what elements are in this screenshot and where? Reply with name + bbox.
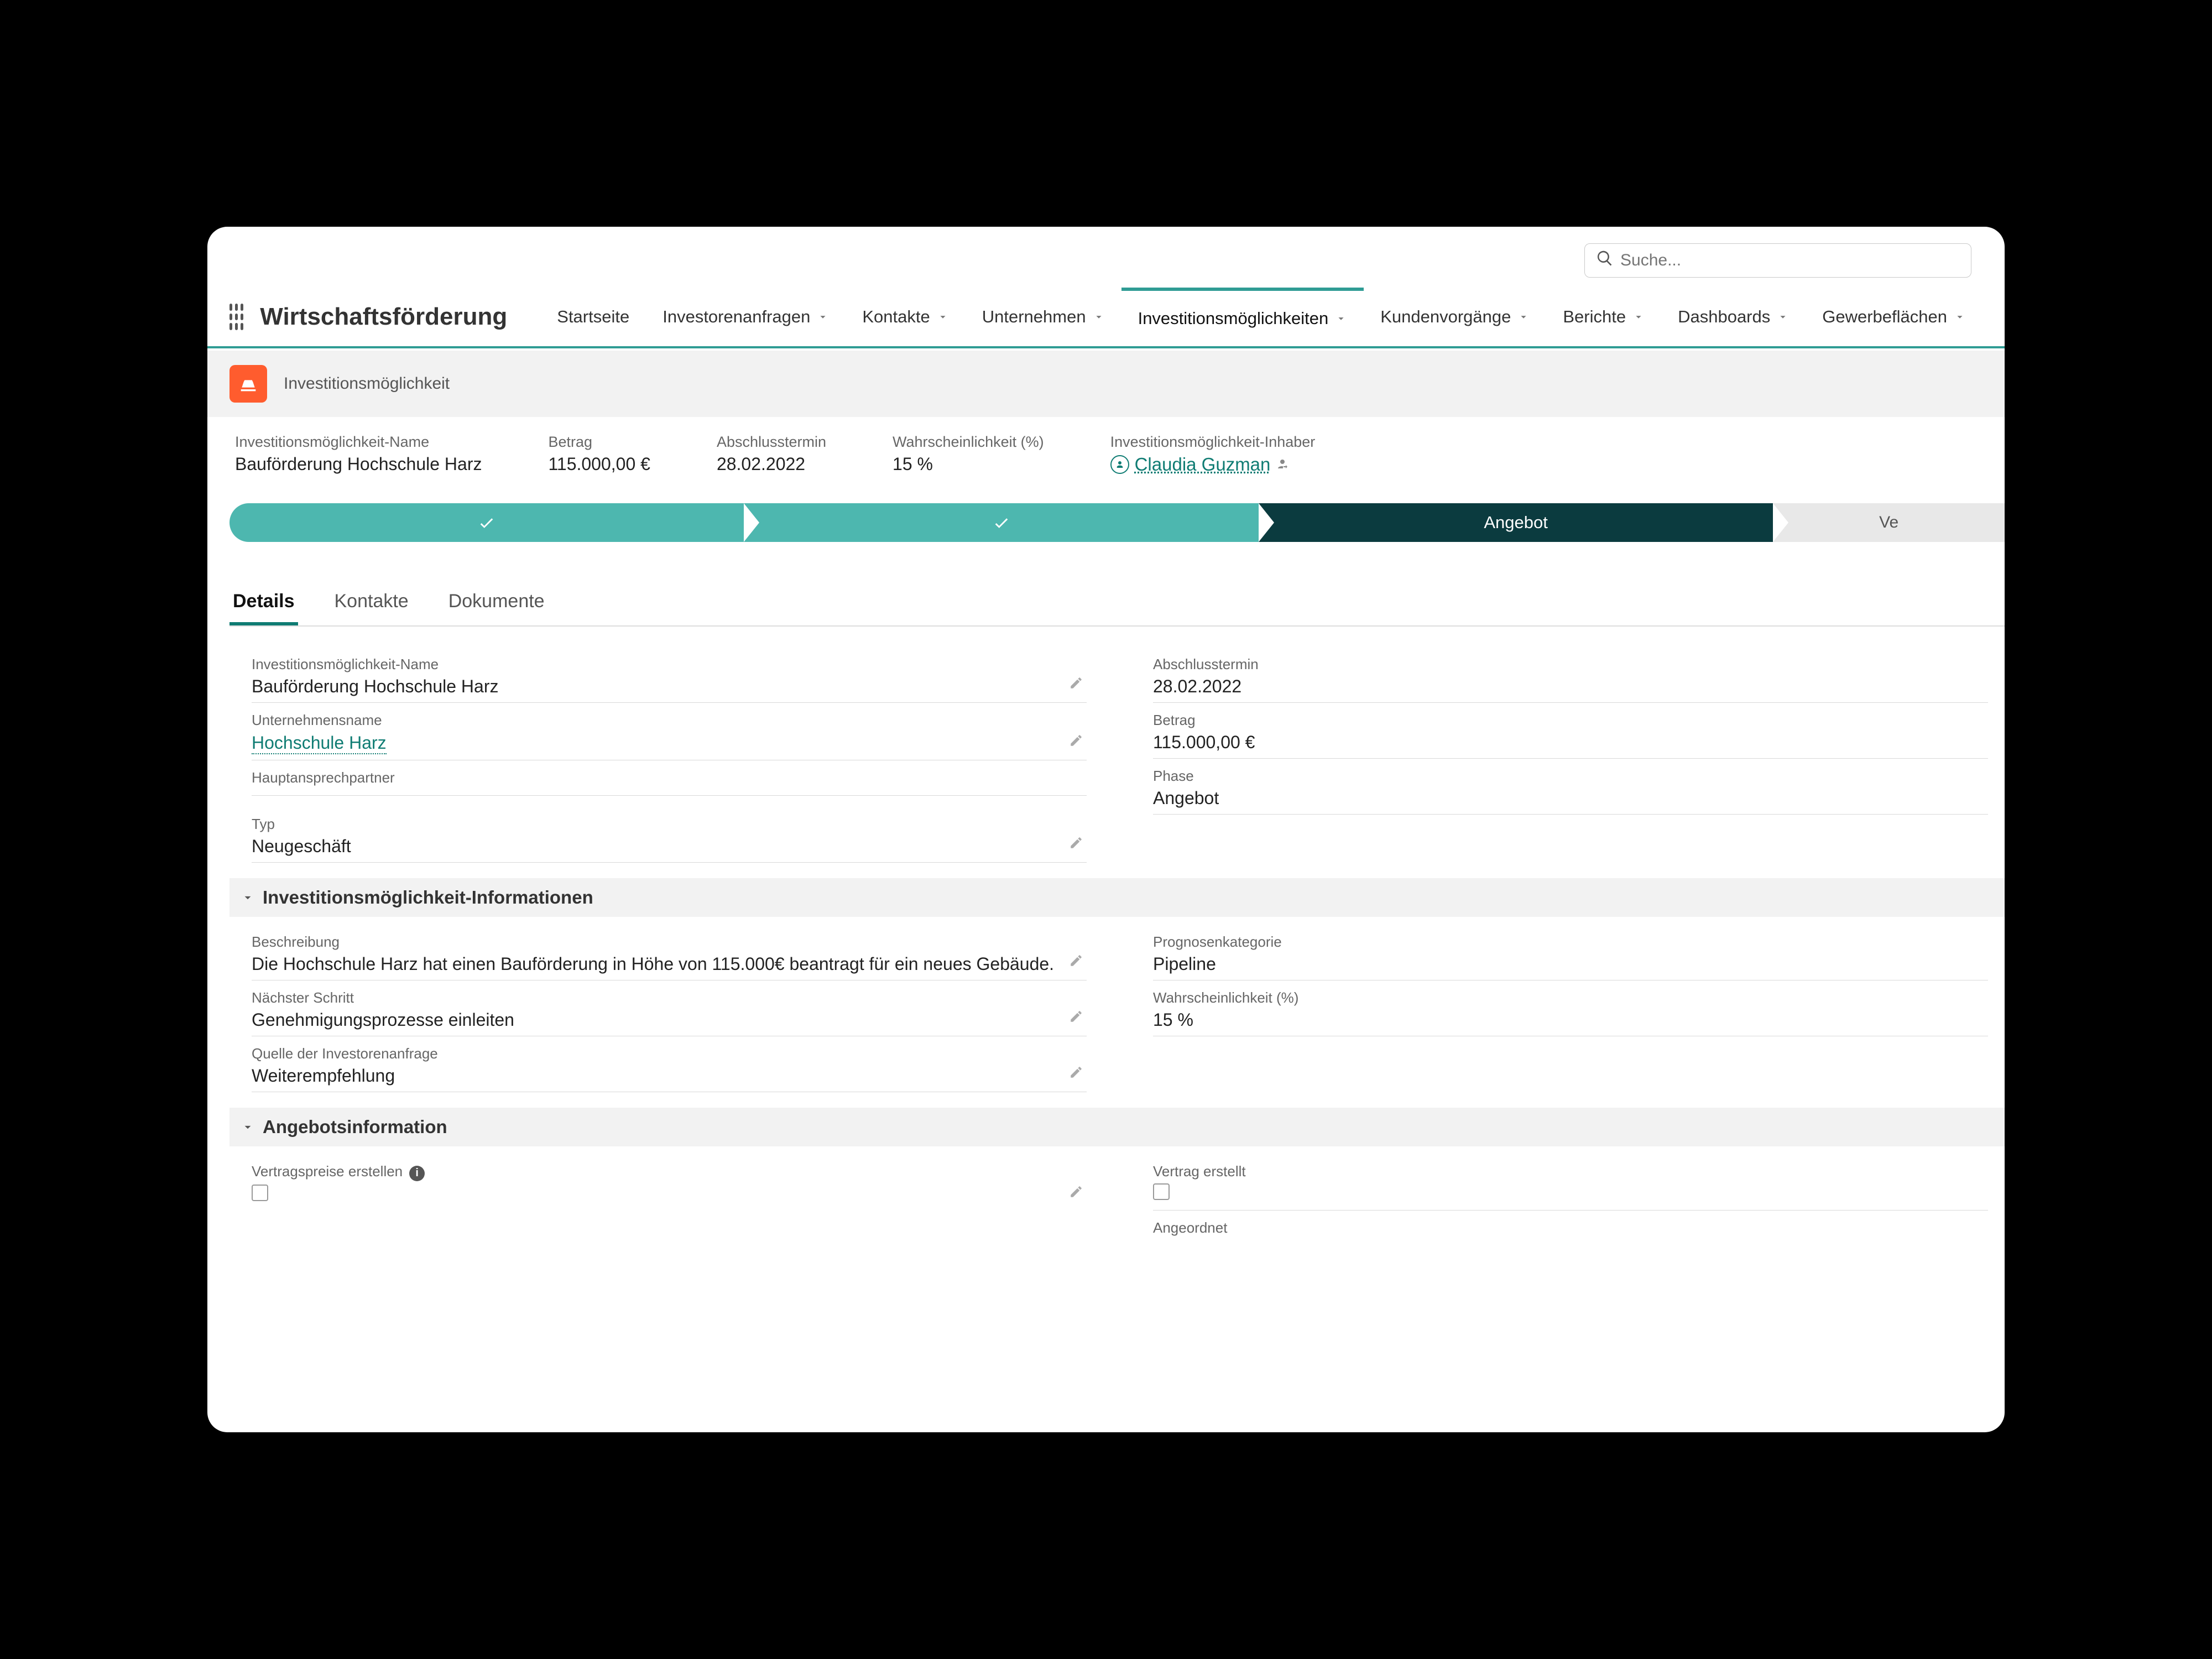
field-company: Unternehmensname Hochschule Harz [252,703,1087,760]
summary-close-date: Abschlusstermin 28.02.2022 [717,434,826,475]
field-contract-created: Vertrag erstellt [1153,1154,1988,1211]
field-phase: Phase Angebot [1153,759,1988,815]
field-ordered: Angeordnet [1153,1211,1988,1245]
app-name: Wirtschaftsförderung [260,303,507,331]
summary-probability: Wahrscheinlichkeit (%) 15 % [893,434,1044,475]
nav-startseite[interactable]: Startseite [540,288,646,346]
stage-current[interactable]: Angebot [1259,503,1773,542]
nav-berichte[interactable]: Berichte [1546,288,1661,346]
nav-dashboards[interactable]: Dashboards [1661,288,1806,346]
global-search[interactable] [1584,243,1971,278]
nav-kundenvorgaenge[interactable]: Kundenvorgänge [1364,288,1546,346]
edit-icon[interactable] [1069,731,1083,752]
field-create-contract-prices: Vertragspreise erstelleni [252,1154,1087,1211]
summary-amount: Betrag 115.000,00 € [548,434,650,475]
tab-kontakte[interactable]: Kontakte [331,581,412,625]
field-lead-source: Quelle der Investorenanfrage Weiterempfe… [252,1036,1087,1092]
summary-row: Investitionsmöglichkeit-Name Bauförderun… [207,417,2005,496]
chevron-down-icon [937,311,949,323]
stage-done-1[interactable] [229,503,744,542]
chevron-down-icon [1517,311,1530,323]
owner-link[interactable]: Claudia Guzman [1135,454,1271,475]
field-amount: Betrag 115.000,00 € [1153,703,1988,759]
summary-name: Investitionsmöglichkeit-Name Bauförderun… [235,434,482,475]
field-forecast-category: Prognosenkategorie Pipeline [1153,925,1988,980]
chevron-down-icon [1632,311,1645,323]
main-nav: Wirtschaftsförderung Startseite Investor… [207,288,2005,348]
chevron-down-icon [817,311,829,323]
info-icon[interactable]: i [409,1166,425,1181]
stage-future-partial[interactable]: Ve [1773,503,2005,542]
tab-details[interactable]: Details [229,581,298,625]
search-icon [1596,249,1620,272]
chevron-down-icon [241,890,255,905]
summary-owner: Investitionsmöglichkeit-Inhaber Claudia … [1110,434,1316,475]
edit-icon[interactable] [1069,951,1083,972]
detail-panel: Investitionsmöglichkeit-Name Bauförderun… [229,636,2005,1432]
record-type-label: Investitionsmöglichkeit [284,374,450,393]
field-description: Beschreibung Die Hochschule Harz hat ein… [252,925,1087,980]
chevron-down-icon [1093,311,1105,323]
field-next-step: Nächster Schritt Genehmigungsprozesse ei… [252,980,1087,1036]
checkbox-contract-prices[interactable] [252,1185,268,1201]
company-link[interactable]: Hochschule Harz [252,733,387,754]
edit-icon[interactable] [1069,674,1083,695]
app-launcher-icon[interactable] [229,304,243,330]
nav-investorenanfragen[interactable]: Investorenanfragen [646,288,846,346]
avatar-icon [1110,455,1129,474]
opportunity-icon [229,365,267,403]
field-contact: Hauptansprechpartner [252,760,1087,796]
edit-icon[interactable] [1069,1063,1083,1084]
chevron-down-icon [1777,311,1789,323]
edit-icon[interactable] [1069,1007,1083,1028]
search-input[interactable] [1620,251,1960,270]
field-type: Typ Neugeschäft [252,807,1087,863]
change-owner-icon[interactable] [1276,454,1289,475]
field-close-date: Abschlusstermin 28.02.2022 [1153,647,1988,703]
nav-kontakte[interactable]: Kontakte [846,288,965,346]
chevron-down-icon [241,1120,255,1134]
stage-path: Angebot Ve [229,503,2005,542]
checkbox-contract-created[interactable] [1153,1183,1170,1200]
tab-dokumente[interactable]: Dokumente [445,581,548,625]
detail-tabs: Details Kontakte Dokumente [229,581,2005,627]
record-header: Investitionsmöglichkeit [207,351,2005,417]
chevron-down-icon [1954,311,1966,323]
edit-icon[interactable] [1069,833,1083,854]
stage-done-2[interactable] [744,503,1258,542]
section-info-header[interactable]: Investitionsmöglichkeit-Informationen [229,878,2005,917]
nav-investitionsmoeglichkeiten[interactable]: Investitionsmöglichkeiten [1121,288,1364,346]
chevron-down-icon [1335,312,1347,325]
field-name: Investitionsmöglichkeit-Name Bauförderun… [252,647,1087,703]
section-offer-header[interactable]: Angebotsinformation [229,1108,2005,1146]
field-probability: Wahrscheinlichkeit (%) 15 % [1153,980,1988,1036]
nav-gewerbeflaechen[interactable]: Gewerbeflächen [1806,288,1983,346]
nav-unternehmen[interactable]: Unternehmen [966,288,1121,346]
edit-icon[interactable] [1069,1182,1083,1203]
